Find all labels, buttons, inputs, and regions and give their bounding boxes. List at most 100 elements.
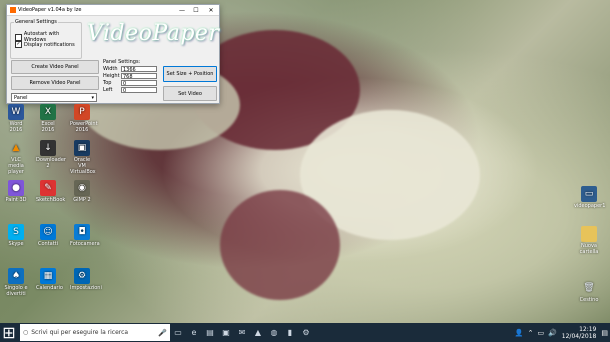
desktop-icon-label: SketchBook [36, 197, 66, 203]
desktop-icon-contatti[interactable]: ☺ Contatti [36, 224, 60, 247]
videopaper-taskbar-icon[interactable]: ▮ [282, 323, 298, 342]
videopaper-file-icon: ▭ [581, 186, 597, 202]
chevron-down-icon: ▾ [91, 94, 94, 101]
desktop-icon-label: Oracle VM VirtualBox [70, 157, 96, 175]
window-titlebar[interactable]: VideoPaper v1.04a by Ize — ☐ ✕ [7, 5, 219, 16]
desktop-icon-sketchbook[interactable]: ✎ SketchBook [36, 180, 66, 203]
general-settings-group: General Settings Autostart with Windows … [10, 19, 82, 59]
videopaper-window: VideoPaper v1.04a by Ize — ☐ ✕ General S… [6, 4, 220, 104]
windows-icon: ⊞ [2, 323, 16, 342]
panel-settings-group: Panel Settings: Width 1366 Height 768 To… [103, 59, 160, 103]
maximize-button[interactable]: ☐ [189, 5, 203, 15]
petal-shape [220, 190, 340, 300]
desktop-icon-label: Paint 3D [5, 197, 27, 203]
desktop-icon-cestino[interactable]: 🗑 Cestino [574, 280, 604, 303]
autostart-checkbox[interactable] [15, 33, 22, 41]
desktop-icon-calendario[interactable]: ▦ Calendario [36, 268, 63, 291]
desktop-icon-label: Calendario [36, 285, 63, 291]
calendar-icon: ▦ [40, 268, 56, 284]
downloader-icon: ↓ [40, 140, 56, 156]
notifications-checkbox-row[interactable]: ✓ Display notifications [15, 41, 75, 48]
close-button[interactable]: ✕ [203, 5, 219, 15]
clock-time: 12:19 [579, 325, 597, 333]
height-label: Height [103, 72, 120, 79]
desktop-icon-powerpoint[interactable]: P PowerPoint 2016 [70, 104, 98, 133]
desktop-icon-virtualbox[interactable]: ▣ Oracle VM VirtualBox [70, 140, 96, 175]
system-tray: 👤 ⌃ ▭ 🔊 12:19 12/04/2018 ▤ [513, 326, 610, 340]
taskbar-search-box[interactable]: ○ Scrivi qui per eseguire la ricerca 🎤 [20, 324, 170, 341]
desktop-icon-excel[interactable]: X Excel 2016 [36, 104, 60, 133]
desktop-icon-label: Contatti [37, 241, 59, 247]
desktop-icon-downloader[interactable]: ↓ Downloader 2 [36, 140, 66, 169]
desktop-icon-nuova-cartella[interactable]: Nuova cartella [574, 226, 604, 255]
desktop-icon-label: Singolo e divertiti [4, 285, 28, 297]
left-label: Left [103, 86, 113, 93]
people-icon[interactable]: 👤 [515, 329, 524, 337]
gimp-icon: ◉ [74, 180, 90, 196]
desktop-icon-impostazioni[interactable]: ⚙ Impostazioni [70, 268, 102, 291]
top-input[interactable]: 0 [121, 79, 157, 87]
settings-icon: ⚙ [74, 268, 90, 284]
desktop-icon-fotocamera[interactable]: ◘ Fotocamera [70, 224, 100, 247]
width-input[interactable]: 1366 [121, 65, 157, 73]
solitaire-icon: ♠ [8, 268, 24, 284]
create-video-panel-button[interactable]: Create Video Panel [11, 60, 99, 74]
panel-dropdown-value: Panel [14, 94, 28, 101]
desktop-icon-label: videopaper1 [574, 203, 606, 209]
window-title: VideoPaper v1.04a by Ize [18, 7, 82, 13]
microphone-icon[interactable]: 🎤 [158, 329, 167, 337]
desktop-icon-label: Impostazioni [70, 285, 102, 291]
desktop-icon-singolo[interactable]: ♠ Singolo e divertiti [4, 268, 28, 297]
virtualbox-icon: ▣ [74, 140, 90, 156]
desktop-icon-label: Downloader 2 [36, 157, 66, 169]
minimize-button[interactable]: — [175, 5, 189, 15]
desktop-icon-paint3d[interactable]: ● Paint 3D [4, 180, 28, 203]
desktop-icon-label: PowerPoint 2016 [70, 121, 98, 133]
vlc-icon: ▲ [12, 143, 20, 153]
contacts-icon: ☺ [40, 224, 56, 240]
general-settings-legend: General Settings [14, 19, 58, 25]
system-clock[interactable]: 12:19 12/04/2018 [562, 326, 597, 340]
desktop-icon-gimp[interactable]: ◉ GIMP 2 [70, 180, 94, 203]
left-input[interactable]: 0 [121, 86, 157, 94]
taskbar: ⊞ ○ Scrivi qui per eseguire la ricerca 🎤… [0, 323, 610, 342]
recycle-bin-icon: 🗑 [583, 283, 595, 293]
folder-icon [581, 226, 597, 242]
chrome-icon[interactable]: ◍ [266, 323, 282, 342]
photos-icon[interactable]: ▲ [250, 323, 266, 342]
word-icon: W [8, 104, 24, 120]
skype-icon: S [8, 224, 24, 240]
desktop-icon-label: Skype [8, 241, 24, 247]
desktop-icon-label: Cestino [579, 297, 599, 303]
desktop-icon-word[interactable]: W Word 2016 [4, 104, 28, 133]
notifications-icon[interactable]: ▤ [601, 329, 608, 337]
set-size-position-button[interactable]: Set Size + Position [163, 66, 217, 82]
network-icon[interactable]: ▭ [537, 329, 544, 337]
store-icon[interactable]: ▣ [218, 323, 234, 342]
sketchbook-icon: ✎ [40, 180, 56, 196]
videopaper-logo: VideoPaper [87, 21, 220, 46]
desktop-icon-label: Nuova cartella [579, 243, 599, 255]
top-label: Top [103, 79, 112, 86]
desktop-icon-label: Fotocamera [70, 241, 100, 247]
panel-dropdown[interactable]: Panel ▾ [11, 93, 97, 102]
volume-icon[interactable]: 🔊 [548, 329, 557, 337]
file-explorer-icon[interactable]: ▤ [202, 323, 218, 342]
desktop-icon-skype[interactable]: S Skype [4, 224, 28, 247]
chevron-up-icon[interactable]: ⌃ [528, 329, 534, 337]
task-view-icon[interactable]: ▭ [170, 323, 186, 342]
paint3d-icon: ● [8, 180, 24, 196]
start-button[interactable]: ⊞ [0, 323, 18, 342]
desktop-icon-label: GIMP 2 [73, 197, 91, 203]
remove-video-panel-button[interactable]: Remove Video Panel [11, 76, 99, 90]
set-video-button[interactable]: Set Video [163, 86, 217, 101]
height-input[interactable]: 768 [121, 72, 157, 80]
desktop-icon-label: Excel 2016 [41, 121, 55, 133]
edge-icon[interactable]: e [186, 323, 202, 342]
settings-taskbar-icon[interactable]: ⚙ [298, 323, 314, 342]
desktop-icon-vlc[interactable]: ▲ VLC media player [4, 140, 28, 175]
desktop-icon-videopaper1[interactable]: ▭ videopaper1 [574, 186, 606, 209]
desktop-icon-label: VLC media player [8, 157, 24, 175]
mail-icon[interactable]: ✉ [234, 323, 250, 342]
notifications-checkbox[interactable]: ✓ [15, 41, 22, 48]
